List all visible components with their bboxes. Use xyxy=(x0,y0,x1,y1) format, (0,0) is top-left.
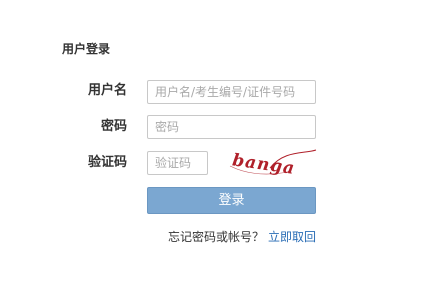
captcha-text: banga xyxy=(231,150,296,179)
captcha-input[interactable] xyxy=(147,151,208,175)
password-label: 密码 xyxy=(100,119,127,134)
panel-title: 用户登录 xyxy=(62,42,111,56)
captcha-label: 验证码 xyxy=(87,155,127,170)
forgot-row: 忘记密码或帐号？ 立即取回 xyxy=(168,229,316,245)
username-label: 用户名 xyxy=(87,83,127,98)
retrieve-link[interactable]: 立即取回 xyxy=(268,230,316,244)
login-button[interactable]: 登录 xyxy=(147,187,316,214)
username-input[interactable] xyxy=(147,80,316,104)
captcha-image[interactable]: banga xyxy=(226,146,318,180)
forgot-text: 忘记密码或帐号？ xyxy=(167,230,264,244)
password-input[interactable] xyxy=(147,115,316,139)
